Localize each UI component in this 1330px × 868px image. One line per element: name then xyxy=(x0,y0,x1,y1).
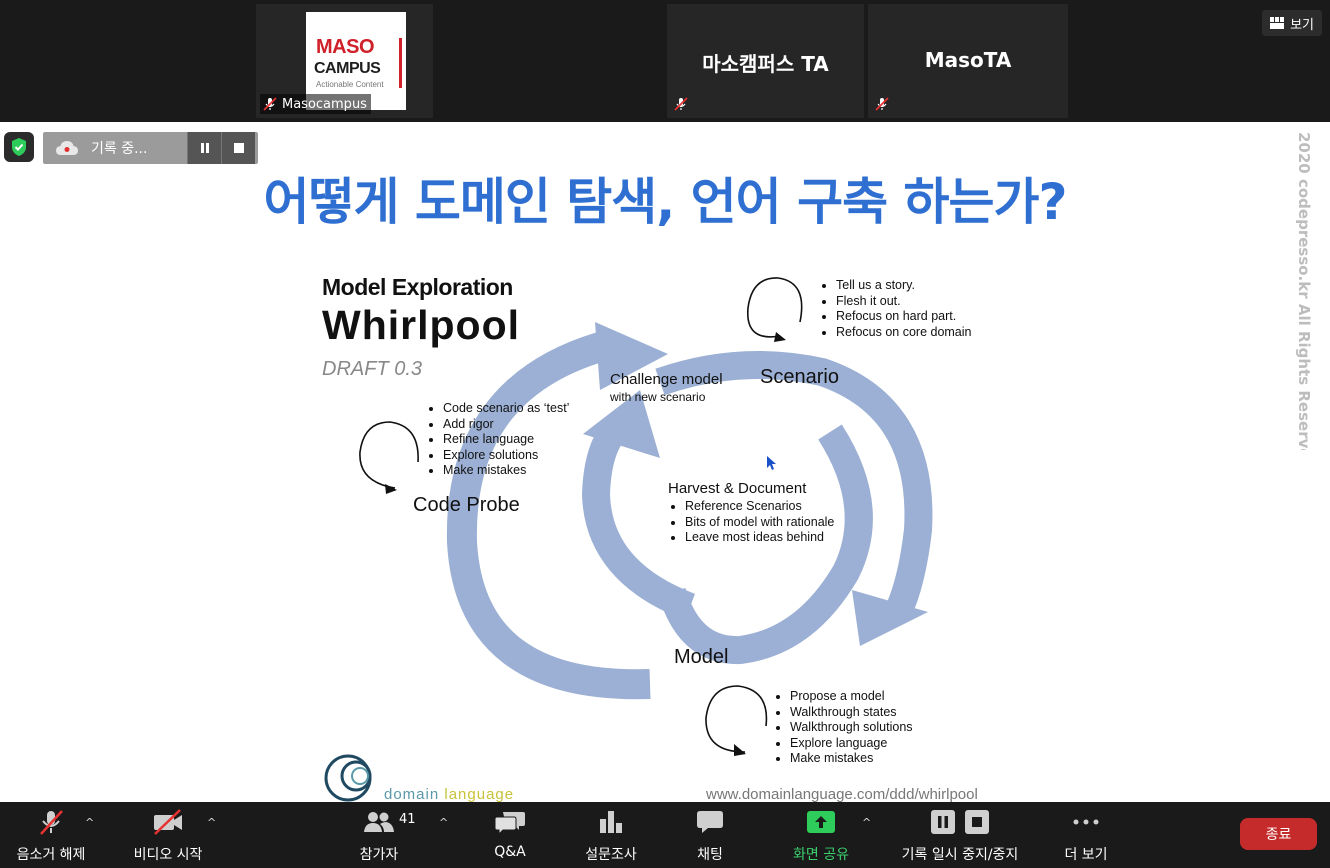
list-item: Code scenario as ‘test’ xyxy=(443,401,569,417)
qa-chat-icon xyxy=(494,802,526,842)
meeting-toolbar: 음소거 해제 ^ 비디오 시작 ^ 참가자 41 ^ Q&A 설문조사 채팅 화… xyxy=(0,802,1330,868)
list-item: Propose a model xyxy=(790,689,913,705)
pause-record-icon xyxy=(931,810,955,834)
heading-whirlpool: Whirlpool xyxy=(322,302,521,348)
record-controls-icon xyxy=(930,802,990,842)
end-meeting-button[interactable]: 종료 xyxy=(1240,818,1317,850)
list-item: Reference Scenarios xyxy=(685,499,834,515)
tile-footer xyxy=(872,94,894,114)
challenge-label: Challenge model xyxy=(610,371,723,388)
list-item: Add rigor xyxy=(443,417,569,433)
mic-muted-icon xyxy=(875,97,889,111)
video-strip: MASO CAMPUS Actionable Content Masocampu… xyxy=(0,0,1330,122)
record-controls-label: 기록 일시 중지/중지 xyxy=(901,847,1019,863)
list-item: Refine language xyxy=(443,432,569,448)
heading-model-exploration: Model Exploration xyxy=(322,274,513,300)
zoom-meeting-window: MASO CAMPUS Actionable Content Masocampu… xyxy=(0,0,1330,868)
list-item: Flesh it out. xyxy=(836,294,972,310)
logo-maso-text: MASO xyxy=(316,36,375,58)
shared-screen: 기록 중... 어떻게 도메인 탐색, 언어 구축 하는가? 2020 code… xyxy=(0,122,1330,802)
participant-name: 마소캠퍼스 TA xyxy=(702,52,829,76)
logo-campus-text: CAMPUS xyxy=(314,60,381,77)
audio-options-caret[interactable]: ^ xyxy=(85,816,94,829)
participants-label: 참가자 xyxy=(359,847,399,863)
code-probe-bullets: Code scenario as ‘test’ Add rigor Refine… xyxy=(427,401,569,479)
start-video-label: 비디오 시작 xyxy=(133,847,203,863)
record-controls-button[interactable]: 기록 일시 중지/중지 xyxy=(890,802,1030,868)
chat-button[interactable]: 채팅 xyxy=(688,802,732,868)
video-muted-icon xyxy=(152,802,184,842)
share-options-caret[interactable]: ^ xyxy=(862,816,871,829)
video-options-caret[interactable]: ^ xyxy=(207,816,216,829)
whirlpool-diagram xyxy=(324,277,933,802)
list-item: Walkthrough states xyxy=(790,705,913,721)
grid-view-icon xyxy=(1270,17,1285,29)
tile-footer: Masocampus xyxy=(260,94,371,114)
harvest-label: Harvest & Document xyxy=(668,480,807,497)
mic-muted-icon xyxy=(674,97,688,111)
list-item: Bits of model with rationale xyxy=(685,515,834,531)
mic-muted-icon xyxy=(36,802,66,842)
model-label: Model xyxy=(674,646,729,668)
video-tile-ta[interactable]: 마소캠퍼스 TA xyxy=(667,4,864,118)
domain-language-logo: domain language xyxy=(384,786,514,802)
poll-button[interactable]: 설문조사 xyxy=(576,802,646,868)
list-item: Walkthrough solutions xyxy=(790,720,913,736)
logo-bar xyxy=(399,38,402,88)
mic-muted-icon xyxy=(263,97,277,111)
more-dots-icon xyxy=(1073,802,1099,842)
view-button[interactable]: 보기 xyxy=(1262,10,1322,36)
harvest-bullets: Reference Scenarios Bits of model with r… xyxy=(669,499,834,546)
unmute-button[interactable]: 음소거 해제 xyxy=(8,802,94,868)
model-bullets: Propose a model Walkthrough states Walkt… xyxy=(774,689,913,767)
unmute-label: 음소거 해제 xyxy=(16,847,86,863)
list-item: Refocus on hard part. xyxy=(836,309,972,325)
draft-version: DRAFT 0.3 xyxy=(322,358,423,380)
tile-footer xyxy=(671,94,693,114)
list-item: Leave most ideas behind xyxy=(685,530,834,546)
participant-name: Masocampus xyxy=(282,96,367,112)
poll-label: 설문조사 xyxy=(585,847,637,863)
chat-label: 채팅 xyxy=(697,847,723,863)
stop-record-icon xyxy=(965,810,989,834)
challenge-sub: with new scenario xyxy=(610,390,706,404)
list-item: Make mistakes xyxy=(790,751,913,767)
list-item: Explore language xyxy=(790,736,913,752)
share-screen-icon xyxy=(806,802,836,842)
poll-chart-icon xyxy=(598,802,624,842)
view-label: 보기 xyxy=(1290,17,1314,33)
list-item: Tell us a story. xyxy=(836,278,972,294)
more-label: 더 보기 xyxy=(1064,847,1108,863)
participants-count: 41 xyxy=(399,812,416,827)
participant-name: MasoTA xyxy=(924,48,1012,72)
logo-text-domain: domain xyxy=(384,786,445,802)
share-screen-button[interactable]: 화면 공유 xyxy=(784,802,858,868)
qa-button[interactable]: Q&A xyxy=(486,802,534,868)
video-tile-masocampus[interactable]: MASO CAMPUS Actionable Content Masocampu… xyxy=(256,4,433,118)
slide-url: www.domainlanguage.com/ddd/whirlpool xyxy=(706,786,978,802)
more-button[interactable]: 더 보기 xyxy=(1058,802,1114,868)
chat-icon xyxy=(696,802,724,842)
list-item: Explore solutions xyxy=(443,448,569,464)
share-screen-label: 화면 공유 xyxy=(793,847,849,863)
video-tile-masota[interactable]: MasoTA xyxy=(868,4,1068,118)
code-probe-label: Code Probe xyxy=(413,494,520,516)
list-item: Make mistakes xyxy=(443,463,569,479)
scenario-bullets: Tell us a story. Flesh it out. Refocus o… xyxy=(820,278,972,340)
participants-options-caret[interactable]: ^ xyxy=(439,816,448,829)
qa-label: Q&A xyxy=(494,844,526,860)
logo-text-language: language xyxy=(444,786,515,802)
start-video-button[interactable]: 비디오 시작 xyxy=(126,802,210,868)
logo-tagline: Actionable Content xyxy=(316,80,384,89)
scenario-label: Scenario xyxy=(760,366,839,388)
list-item: Refocus on core domain xyxy=(836,325,972,341)
participants-icon xyxy=(363,802,395,842)
